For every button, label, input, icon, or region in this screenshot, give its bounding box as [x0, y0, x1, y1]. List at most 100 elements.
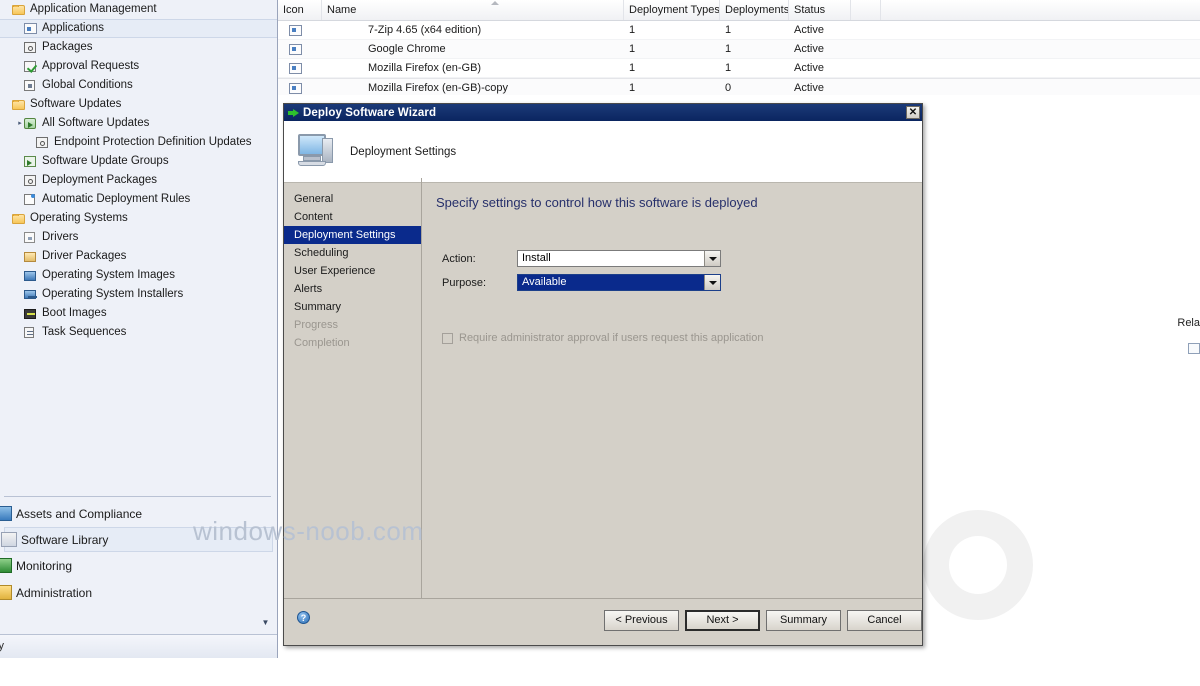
tree-item-label: Drivers: [42, 231, 79, 243]
column-header-name[interactable]: Name: [322, 0, 624, 20]
dialog-title-bar[interactable]: Deploy Software Wizard ✕: [284, 104, 922, 121]
tree-item-label: Operating System Images: [42, 269, 175, 281]
monitoring-icon: [0, 558, 12, 573]
require-approval-checkbox[interactable]: [442, 332, 453, 344]
workspace-monitoring[interactable]: Monitoring: [0, 552, 277, 579]
table-row[interactable]: Google Chrome 1 1 Active: [278, 40, 1200, 59]
column-header-icon[interactable]: Icon: [278, 0, 322, 20]
deployment-status-donut-chart: [923, 510, 1033, 620]
action-dropdown[interactable]: Install: [517, 250, 721, 267]
cell-name: Mozilla Firefox (en-GB): [368, 62, 482, 74]
cell-deployment-types: 1: [629, 82, 636, 94]
wizard-step-alerts[interactable]: Alerts: [284, 280, 421, 298]
package-icon: [24, 174, 38, 187]
deployment-settings-panel: Specify settings to control how this sof…: [422, 184, 922, 599]
require-approval-checkbox-row[interactable]: Require administrator approval if users …: [442, 332, 764, 344]
next-button[interactable]: Next >: [685, 610, 760, 631]
tree-item-software-updates[interactable]: Software Updates: [0, 95, 277, 114]
status-bar: ly: [0, 634, 277, 658]
workspace-label: Software Library: [21, 532, 109, 547]
column-header-deployment-types[interactable]: Deployment Types: [624, 0, 720, 20]
previous-button[interactable]: < Previous: [604, 610, 679, 631]
help-icon[interactable]: ?: [297, 611, 310, 624]
cell-deployment-types: 1: [629, 43, 636, 55]
tree-item-task-sequences[interactable]: Task Sequences: [0, 323, 277, 342]
wizard-step-user-experience[interactable]: User Experience: [284, 262, 421, 280]
purpose-field-row: Purpose: Available: [442, 274, 721, 291]
panel-heading: Specify settings to control how this sof…: [436, 195, 758, 210]
column-header-blank[interactable]: [851, 0, 881, 20]
chevron-down-icon[interactable]: [704, 275, 720, 290]
adr-icon: [24, 193, 38, 206]
tree-item-label: Deployment Packages: [42, 174, 158, 186]
cell-name: Google Chrome: [368, 43, 446, 55]
application-icon: [289, 43, 302, 55]
tree-item-packages[interactable]: Packages: [0, 38, 277, 57]
workspace-label: Monitoring: [16, 558, 73, 573]
row-icon-cell: [278, 62, 322, 74]
tree-item-label: Software Updates: [30, 98, 122, 110]
os-image-icon: [24, 269, 38, 282]
related-objects-label: Rela: [1177, 317, 1200, 329]
table-row[interactable]: Mozilla Firefox (en-GB) 1 1 Active: [278, 59, 1200, 78]
tree-item-approval-requests[interactable]: Approval Requests: [0, 57, 277, 76]
cell-deployment-types: 1: [629, 24, 636, 36]
purpose-value: Available: [518, 275, 704, 290]
tree-item-operating-systems[interactable]: Operating Systems: [0, 209, 277, 228]
summary-button[interactable]: Summary: [766, 610, 841, 631]
tree-item-label: Operating System Installers: [42, 288, 184, 300]
row-icon-cell: [278, 24, 322, 36]
detail-pane: ed (Last Update: Never) Success: 0In Pro…: [918, 95, 1200, 658]
tree-item-software-update-groups[interactable]: Software Update Groups: [0, 152, 277, 171]
folder-icon: [12, 3, 26, 16]
nav-scroll-down-icon[interactable]: ▼: [260, 617, 271, 628]
tree-item-label: Operating Systems: [30, 212, 128, 224]
purpose-dropdown[interactable]: Available: [517, 274, 721, 291]
action-value: Install: [522, 252, 551, 264]
tree-item-driver-packages[interactable]: Driver Packages: [0, 247, 277, 266]
close-icon[interactable]: ✕: [906, 106, 920, 119]
tree-item-drivers[interactable]: Drivers: [0, 228, 277, 247]
column-header-deployments[interactable]: Deployments: [720, 0, 789, 20]
application-icon: [289, 82, 302, 94]
workspace-administration[interactable]: Administration: [0, 579, 277, 606]
workspace-label: Administration: [16, 585, 93, 600]
driver-package-icon: [24, 250, 38, 263]
tree-item-operating-system-installers[interactable]: Operating System Installers: [0, 285, 277, 304]
cell-status: Active: [794, 62, 824, 74]
folder-icon: [12, 98, 26, 111]
tree-item-applications[interactable]: Applications: [0, 19, 277, 38]
tree-item-operating-system-images[interactable]: Operating System Images: [0, 266, 277, 285]
table-row[interactable]: 7-Zip 4.65 (x64 edition) 1 1 Active: [278, 21, 1200, 40]
tree-item-all-software-updates[interactable]: ▸ All Software Updates: [0, 114, 277, 133]
tree-item-endpoint-protection-definition-updates[interactable]: Endpoint Protection Definition Updates: [0, 133, 277, 152]
list-rows[interactable]: 7-Zip 4.65 (x64 edition) 1 1 Active Google C…: [278, 21, 1200, 98]
tree-item-deployment-packages[interactable]: Deployment Packages: [0, 171, 277, 190]
tree-item-label: Global Conditions: [42, 79, 133, 91]
cancel-button[interactable]: Cancel: [847, 610, 922, 631]
tree-item-boot-images[interactable]: Boot Images: [0, 304, 277, 323]
tree-item-label: Approval Requests: [42, 60, 140, 72]
list-column-headers[interactable]: Icon Name Deployment Types Deployments Statu…: [278, 0, 1200, 21]
tree-item-automatic-deployment-rules[interactable]: Automatic Deployment Rules: [0, 190, 277, 209]
applications-list[interactable]: Icon Name Deployment Types Deployments Statu…: [278, 0, 1200, 98]
row-icon-cell: [278, 43, 322, 55]
expand-twisty-icon[interactable]: ▸: [16, 120, 24, 128]
wizard-step-general[interactable]: General: [284, 190, 421, 208]
software-library-icon: [1, 532, 17, 547]
wizard-step-content[interactable]: Content: [284, 208, 421, 226]
tree-item-label: Applications: [42, 22, 105, 34]
tree-item-application-management[interactable]: Application Management: [0, 0, 277, 19]
tree-item-global-conditions[interactable]: Global Conditions: [0, 76, 277, 95]
console-tree[interactable]: Application Management Applications Packag…: [0, 0, 277, 497]
cell-status: Active: [794, 82, 824, 94]
wizard-step-summary[interactable]: Summary: [284, 298, 421, 316]
cell-deployments: 1: [725, 62, 732, 74]
wizard-step-scheduling[interactable]: Scheduling: [284, 244, 421, 262]
tree-item-label: Driver Packages: [42, 250, 127, 262]
chevron-down-icon[interactable]: [704, 251, 720, 266]
column-header-status[interactable]: Status: [789, 0, 851, 20]
all-updates-icon: [24, 117, 38, 130]
application-icon: [289, 24, 302, 36]
wizard-step-deployment-settings[interactable]: Deployment Settings: [284, 226, 421, 244]
